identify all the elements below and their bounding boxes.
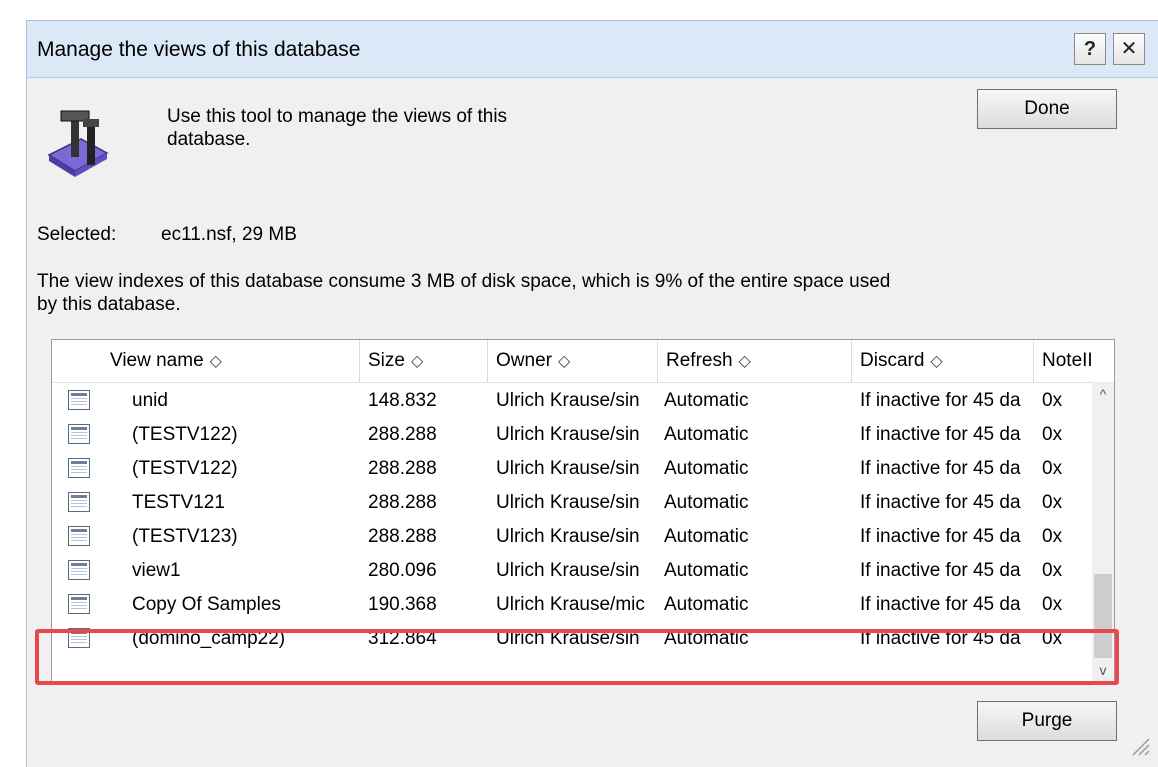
cell-noteid: 0x — [1042, 560, 1063, 581]
cell-refresh: Automatic — [664, 424, 749, 445]
table-row[interactable]: (TESTV122) 288.288 Ulrich Krause/sin Automa… — [52, 452, 1092, 486]
column-header-refresh[interactable]: Refresh ◇ — [658, 340, 852, 382]
cell-noteid: 0x — [1042, 526, 1063, 547]
table-row[interactable]: view1 280.096 Ulrich Krause/sin Automatic If… — [52, 554, 1092, 588]
view-icon — [68, 458, 90, 478]
help-button[interactable]: ? — [1074, 33, 1106, 65]
table-row[interactable]: TESTV121 288.288 Ulrich Krause/sin Automati… — [52, 486, 1092, 520]
cell-owner: Ulrich Krause/sin — [496, 492, 640, 513]
cell-refresh: Automatic — [664, 390, 749, 411]
manage-views-dialog: Manage the views of this database ? ✕ Us… — [26, 20, 1158, 767]
table-row[interactable]: (TESTV123) 288.288 Ulrich Krause/sin Automa… — [52, 520, 1092, 554]
done-button[interactable]: Done — [977, 89, 1117, 129]
cell-view-name: TESTV121 — [132, 492, 225, 513]
disk-usage-info: The view indexes of this database consum… — [37, 271, 891, 315]
cell-refresh: Automatic — [664, 526, 749, 547]
intro-text: Use this tool to manage the views of thi… — [167, 106, 508, 150]
cell-view-name: (TESTV123) — [132, 526, 238, 547]
sort-icon: ◇ — [557, 353, 571, 370]
cell-noteid: 0x — [1042, 458, 1063, 479]
selected-label: Selected: — [37, 224, 117, 245]
view-icon — [68, 594, 90, 614]
cell-size: 190.368 — [368, 594, 437, 615]
purge-button[interactable]: Purge — [977, 701, 1117, 741]
scroll-up-icon[interactable]: ^ — [1094, 384, 1112, 404]
close-button[interactable]: ✕ — [1113, 33, 1145, 65]
view-icon — [68, 526, 90, 546]
cell-refresh: Automatic — [664, 458, 749, 479]
cell-view-name: view1 — [132, 560, 181, 581]
resize-grip-icon[interactable] — [1127, 733, 1151, 757]
cell-owner: Ulrich Krause/sin — [496, 424, 640, 445]
database-tool-icon — [47, 110, 109, 177]
cell-owner: Ulrich Krause/sin — [496, 458, 640, 479]
view-icon — [68, 560, 90, 580]
cell-owner: Ulrich Krause/sin — [496, 526, 640, 547]
cell-size: 288.288 — [368, 458, 437, 479]
cell-size: 280.096 — [368, 560, 437, 581]
highlight-box — [35, 629, 1119, 685]
cell-discard: If inactive for 45 da — [860, 390, 1021, 411]
selected-value: ec11.nsf, 29 MB — [161, 224, 297, 245]
cell-discard: If inactive for 45 da — [860, 594, 1021, 615]
sort-icon: ◇ — [738, 353, 751, 370]
cell-view-name: (TESTV122) — [132, 458, 238, 479]
view-icon — [68, 492, 90, 512]
cell-noteid: 0x — [1042, 424, 1063, 445]
cell-noteid: 0x — [1042, 390, 1063, 411]
table-row[interactable]: (TESTV122) 288.288 Ulrich Krause/sin Automa… — [52, 418, 1092, 452]
dialog-title: Manage the views of this database — [37, 38, 361, 61]
cell-size: 288.288 — [368, 526, 437, 547]
table-row[interactable]: Copy Of Samples 190.368 Ulrich Krause/mic A… — [52, 588, 1092, 622]
cell-discard: If inactive for 45 da — [860, 424, 1021, 445]
sort-icon: ◇ — [209, 353, 222, 370]
list-header: View name ◇ Size ◇ Owner ◇ Refresh ◇ Discard… — [52, 340, 1114, 383]
cell-view-name: Copy Of Samples — [132, 594, 281, 615]
sort-icon: ◇ — [930, 353, 943, 370]
cell-view-name: unid — [132, 390, 168, 411]
cell-owner: Ulrich Krause/mic — [496, 594, 645, 615]
cell-refresh: Automatic — [664, 560, 749, 581]
cell-refresh: Automatic — [664, 492, 749, 513]
cell-owner: Ulrich Krause/sin — [496, 560, 640, 581]
column-header-discard[interactable]: Discard ◇ — [852, 340, 1034, 382]
cell-size: 148.832 — [368, 390, 437, 411]
table-row[interactable]: unid 148.832 Ulrich Krause/sin Automatic If … — [52, 384, 1092, 418]
column-header-owner[interactable]: Owner ◇ — [488, 340, 658, 382]
cell-discard: If inactive for 45 da — [860, 560, 1021, 581]
cell-size: 288.288 — [368, 492, 437, 513]
sort-icon: ◇ — [410, 353, 424, 370]
cell-view-name: (TESTV122) — [132, 424, 238, 445]
column-header-view-name[interactable]: View name ◇ — [102, 340, 360, 382]
cell-noteid: 0x — [1042, 492, 1063, 513]
title-bar[interactable]: Manage the views of this database ? ✕ — [27, 21, 1158, 78]
column-header-size[interactable]: Size ◇ — [360, 340, 488, 382]
cell-refresh: Automatic — [664, 594, 749, 615]
cell-owner: Ulrich Krause/sin — [496, 390, 640, 411]
cell-discard: If inactive for 45 da — [860, 458, 1021, 479]
cell-size: 288.288 — [368, 424, 437, 445]
cell-discard: If inactive for 45 da — [860, 526, 1021, 547]
cell-discard: If inactive for 45 da — [860, 492, 1021, 513]
column-header-noteid[interactable]: NoteII — [1034, 340, 1114, 382]
cell-noteid: 0x — [1042, 594, 1063, 615]
view-icon — [68, 424, 90, 444]
view-icon — [68, 390, 90, 410]
